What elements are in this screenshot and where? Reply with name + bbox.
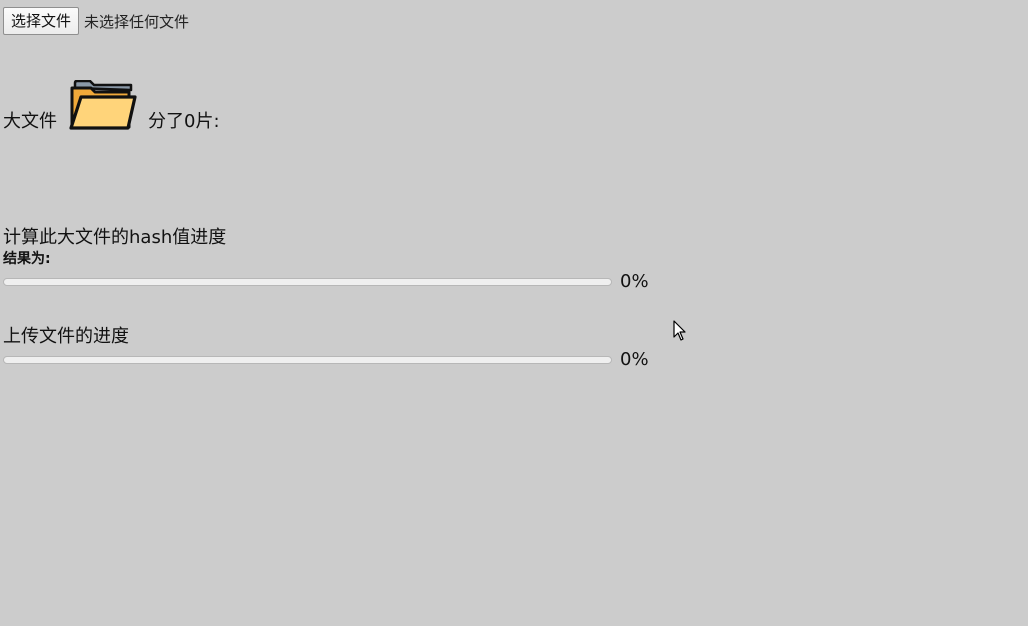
upload-progress-percent: 0%: [620, 349, 649, 370]
hash-progress-bar: [3, 278, 612, 286]
file-status-text: 未选择任何文件: [84, 12, 190, 31]
choose-file-button[interactable]: 选择文件: [3, 7, 80, 35]
hash-progress-row: 0%: [3, 270, 649, 294]
upload-progress-bar: [3, 356, 612, 364]
big-file-label: 大文件: [3, 111, 57, 132]
upload-progress-row: 0%: [3, 348, 649, 372]
hash-progress-title: 计算此大文件的hash值进度: [3, 227, 227, 248]
big-file-row: 大文件 分了0片:: [3, 79, 220, 136]
page: 选择文件 未选择任何文件 大文件 分了0片: 计算此大文件的hash值进度 结果…: [0, 0, 1028, 626]
upload-progress-title: 上传文件的进度: [3, 326, 129, 347]
file-input-row: 选择文件 未选择任何文件: [3, 7, 189, 35]
chunks-count-text: 分了0片:: [148, 111, 220, 132]
hash-progress-percent: 0%: [620, 271, 649, 292]
mouse-cursor-icon: [673, 320, 687, 342]
hash-result-label: 结果为:: [3, 251, 51, 267]
folder-icon: [69, 79, 139, 136]
